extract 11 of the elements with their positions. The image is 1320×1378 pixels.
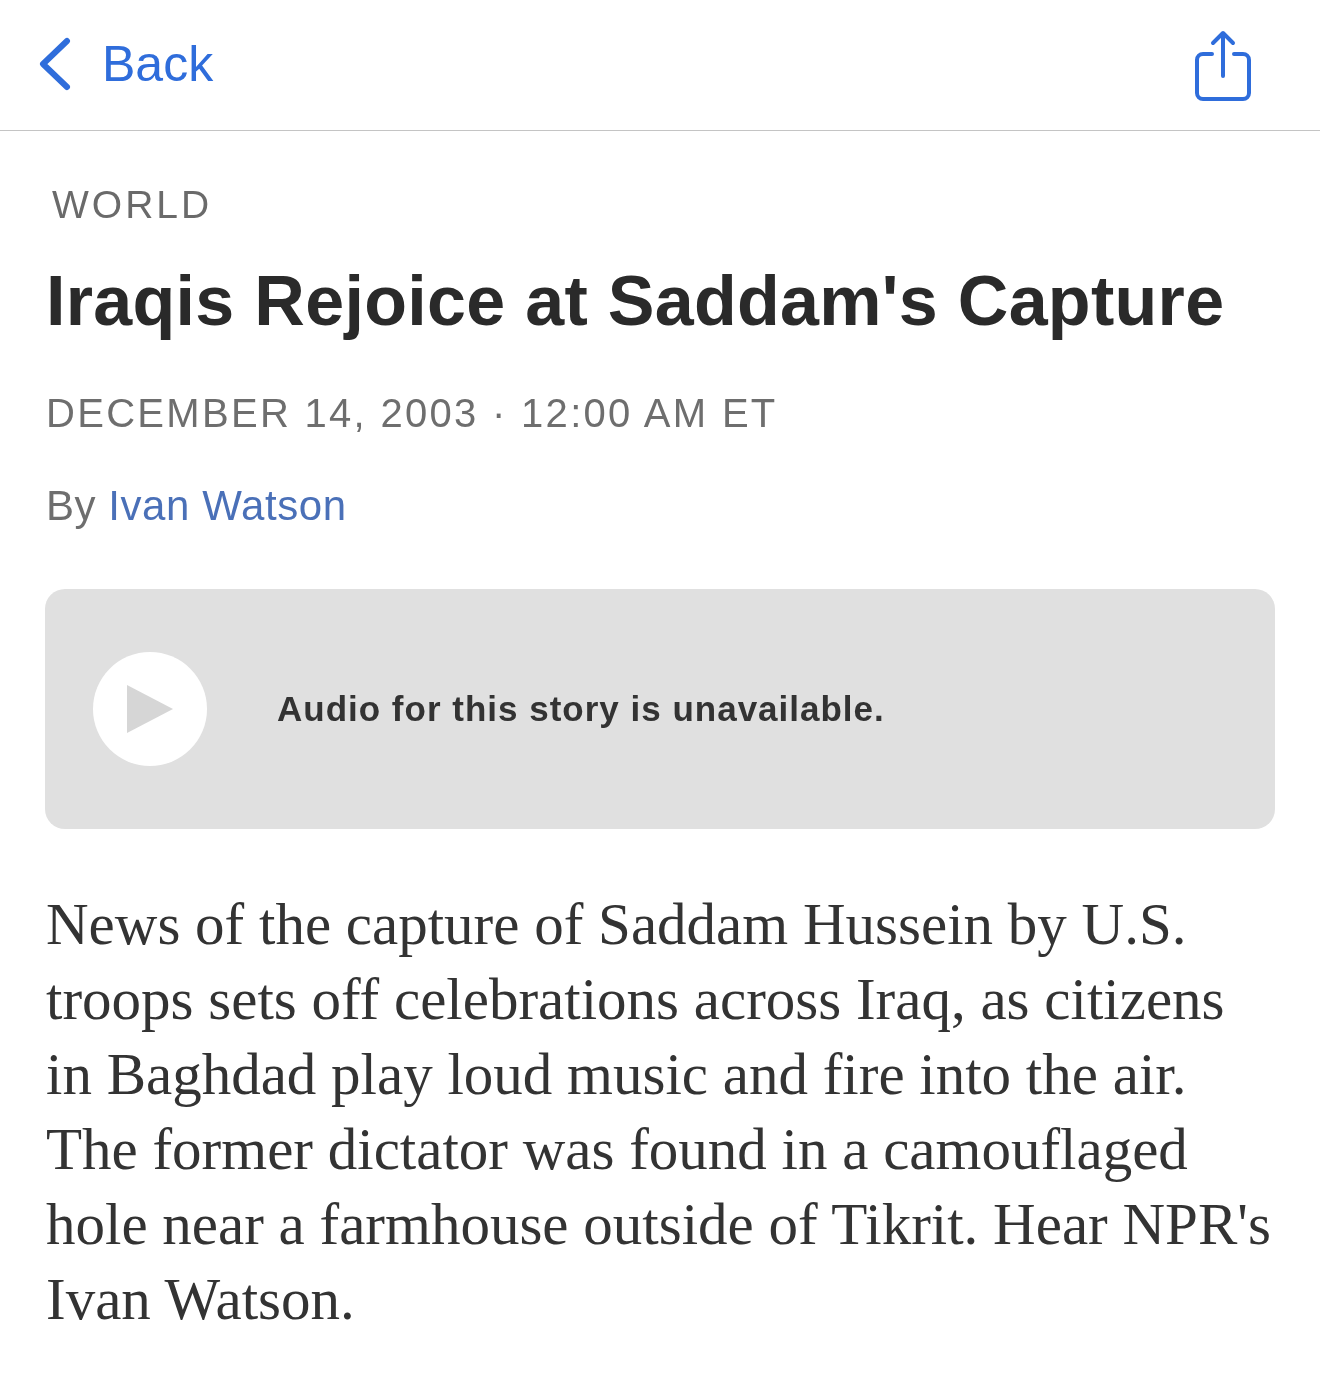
article-dateline: DECEMBER 14, 2003 · 12:00 AM ET bbox=[46, 390, 779, 437]
audio-status-text: Audio for this story is unavailable. bbox=[277, 689, 885, 729]
back-button[interactable]: Back bbox=[38, 37, 214, 91]
section-label: WORLD bbox=[52, 182, 214, 228]
author-link[interactable]: Ivan Watson bbox=[108, 481, 347, 531]
share-button[interactable] bbox=[1194, 30, 1252, 102]
byline-label: By bbox=[46, 481, 97, 531]
article-title: Iraqis Rejoice at Saddam's Capture bbox=[46, 261, 1226, 342]
share-icon bbox=[1194, 30, 1252, 102]
chevron-left-icon bbox=[38, 37, 72, 91]
article-body: News of the capture of Saddam Hussein by U.S. troops sets off celebrations across Iraq, as citizens in Baghdad play loud music and fire into the air. The former dictator was found in a camouflaged hole near a farmhouse outside of Tikrit. Hear NPR's Ivan Watson. bbox=[46, 890, 1272, 1334]
